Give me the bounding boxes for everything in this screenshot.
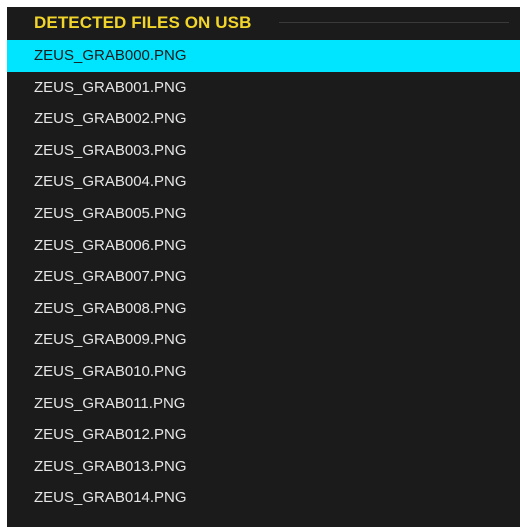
file-item-selected[interactable]: ZEUS_GRAB000.PNG — [7, 40, 520, 72]
file-item[interactable]: ZEUS_GRAB014.PNG — [7, 482, 520, 514]
header-divider — [279, 22, 509, 23]
file-name: ZEUS_GRAB004.PNG — [34, 173, 187, 191]
file-item[interactable]: ZEUS_GRAB010.PNG — [7, 356, 520, 388]
file-item[interactable]: ZEUS_GRAB013.PNG — [7, 451, 520, 483]
file-item[interactable]: ZEUS_GRAB009.PNG — [7, 324, 520, 356]
file-item[interactable]: ZEUS_GRAB008.PNG — [7, 293, 520, 325]
file-list: ZEUS_GRAB000.PNG ZEUS_GRAB001.PNG ZEUS_G… — [7, 40, 520, 514]
file-item[interactable]: ZEUS_GRAB004.PNG — [7, 166, 520, 198]
panel-title: DETECTED FILES ON USB — [34, 13, 252, 32]
file-item[interactable]: ZEUS_GRAB006.PNG — [7, 230, 520, 262]
file-name: ZEUS_GRAB012.PNG — [34, 426, 187, 444]
file-name: ZEUS_GRAB005.PNG — [34, 204, 187, 222]
file-name: ZEUS_GRAB006.PNG — [34, 236, 187, 254]
file-name: ZEUS_GRAB014.PNG — [34, 489, 187, 507]
file-name: ZEUS_GRAB010.PNG — [34, 362, 187, 380]
file-name: ZEUS_GRAB003.PNG — [34, 141, 187, 159]
file-name: ZEUS_GRAB001.PNG — [34, 78, 187, 96]
file-name: ZEUS_GRAB009.PNG — [34, 331, 187, 349]
file-item[interactable]: ZEUS_GRAB012.PNG — [7, 419, 520, 451]
file-name: ZEUS_GRAB011.PNG — [34, 394, 186, 412]
file-item[interactable]: ZEUS_GRAB003.PNG — [7, 135, 520, 167]
file-name: ZEUS_GRAB002.PNG — [34, 110, 187, 128]
file-item[interactable]: ZEUS_GRAB007.PNG — [7, 261, 520, 293]
file-name: ZEUS_GRAB008.PNG — [34, 299, 187, 317]
file-item[interactable]: ZEUS_GRAB002.PNG — [7, 103, 520, 135]
file-name: ZEUS_GRAB000.PNG — [34, 47, 187, 64]
file-item[interactable]: ZEUS_GRAB001.PNG — [7, 72, 520, 104]
file-name: ZEUS_GRAB013.PNG — [34, 457, 187, 475]
file-item[interactable]: ZEUS_GRAB011.PNG — [7, 388, 520, 420]
usb-file-browser-panel: DETECTED FILES ON USB ZEUS_GRAB000.PNG Z… — [7, 7, 520, 527]
file-item[interactable]: ZEUS_GRAB005.PNG — [7, 198, 520, 230]
file-name: ZEUS_GRAB007.PNG — [34, 268, 187, 286]
panel-header: DETECTED FILES ON USB — [7, 7, 520, 39]
